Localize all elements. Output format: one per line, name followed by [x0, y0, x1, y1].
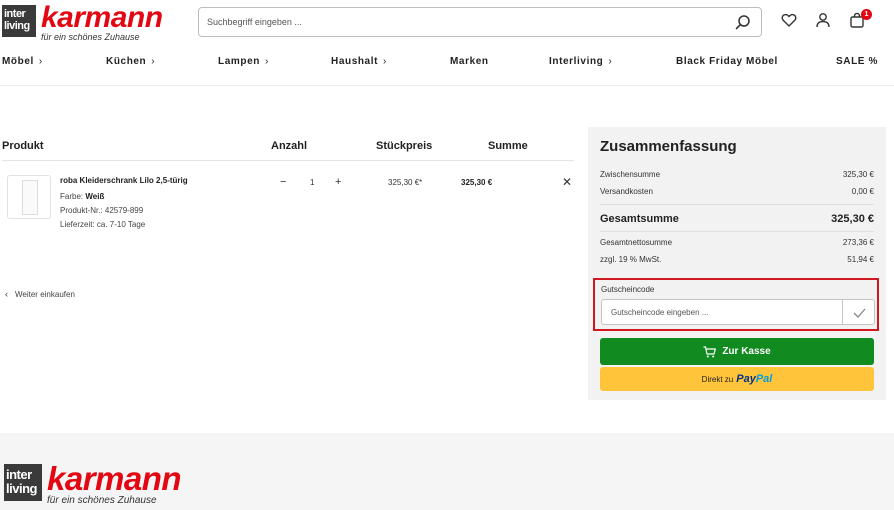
quantity-increase-button[interactable]: + — [335, 176, 341, 188]
nav-item-black-friday[interactable]: Black Friday Möbel — [676, 56, 778, 67]
summary-divider — [600, 231, 874, 232]
summary-title: Zusammenfassung — [600, 138, 737, 155]
quantity-value[interactable]: 1 — [310, 178, 314, 187]
coupon-input[interactable] — [601, 299, 842, 325]
paypal-logo: PayPal — [736, 373, 773, 385]
chevron-left-icon: ‹ — [5, 289, 8, 299]
chevron-right-icon: › — [383, 56, 387, 67]
nav-item-marken[interactable]: Marken — [450, 56, 489, 67]
cart-count-badge: 1 — [861, 9, 872, 20]
column-header-product: Produkt — [2, 140, 44, 152]
column-header-quantity: Anzahl — [271, 140, 308, 152]
site-header: inter living karmann für ein schönes Zuh… — [0, 0, 894, 86]
site-footer: inter living karmann für ein schönes Zuh… — [0, 433, 894, 510]
nav-item-sale[interactable]: SALE % — [836, 56, 878, 67]
nav-item-lampen[interactable]: Lampen › — [218, 56, 269, 67]
order-summary: Zusammenfassung Zwischensumme 325,30 € V… — [588, 127, 886, 400]
column-header-sum: Summe — [488, 140, 528, 152]
product-image[interactable] — [7, 175, 51, 219]
user-icon[interactable] — [815, 12, 831, 28]
paypal-button[interactable]: Direkt zu PayPal — [600, 367, 874, 391]
logo-brand: karmann — [47, 460, 182, 497]
footer-logo[interactable]: inter living karmann für ein schönes Zuh… — [4, 460, 182, 507]
net-total-row: Gesamtnettosumme 273,36 € — [600, 238, 874, 247]
page: inter living karmann für ein schönes Zuh… — [0, 0, 894, 510]
chevron-right-icon: › — [38, 56, 43, 67]
product-number: Produkt-Nr.: 42579-899 — [60, 206, 144, 215]
coupon-submit-button[interactable] — [842, 299, 875, 325]
nav-item-kuechen[interactable]: Küchen › — [106, 56, 155, 67]
logo-box: inter living — [4, 464, 42, 501]
logo-box: inter living — [2, 5, 36, 37]
continue-shopping-link[interactable]: ‹ Weiter einkaufen — [5, 289, 75, 299]
line-total: 325,30 € — [461, 178, 493, 187]
search-bar — [198, 7, 762, 37]
product-name[interactable]: roba Kleiderschrank Lilo 2,5-türig — [60, 176, 188, 185]
total-row: Gesamtsumme 325,30 € — [600, 213, 874, 225]
checkmark-icon — [853, 308, 866, 318]
column-header-unit-price: Stückpreis — [376, 140, 433, 152]
logo-text: karmann für ein schönes Zuhause — [41, 1, 163, 43]
product-color: Farbe: Weiß — [60, 192, 105, 201]
chevron-right-icon: › — [264, 56, 269, 67]
table-divider — [2, 160, 574, 161]
cart-icon — [703, 345, 717, 357]
chevron-right-icon: › — [151, 56, 156, 67]
coupon-label: Gutscheincode — [601, 285, 655, 294]
subtotal-row: Zwischensumme 325,30 € — [600, 170, 874, 179]
main-navigation: Möbel › Küchen › Lampen › Haushalt › Marken … — [0, 56, 894, 74]
logo-brand: karmann — [41, 1, 163, 34]
remove-item-icon[interactable]: ✕ — [562, 175, 572, 189]
unit-price: 325,30 €* — [388, 178, 423, 187]
heart-icon[interactable] — [781, 12, 797, 28]
delivery-time: Lieferzeit: ca. 7-10 Tage — [60, 220, 146, 229]
wardrobe-thumbnail — [22, 180, 38, 215]
nav-item-haushalt[interactable]: Haushalt › — [331, 56, 387, 67]
shipping-row: Versandkosten 0,00 € — [600, 187, 874, 196]
logo-text: karmann für ein schönes Zuhause — [47, 460, 182, 507]
coupon-section: Gutscheincode — [593, 278, 879, 331]
chevron-right-icon: › — [608, 56, 613, 67]
search-icon[interactable] — [735, 14, 751, 30]
summary-divider — [600, 204, 874, 205]
nav-item-interliving[interactable]: Interliving › — [549, 56, 612, 67]
nav-item-moebel[interactable]: Möbel › — [2, 56, 43, 67]
search-input[interactable] — [207, 13, 727, 31]
site-logo[interactable]: inter living karmann für ein schönes Zuh… — [2, 1, 163, 43]
quantity-decrease-button[interactable]: − — [280, 176, 286, 188]
vat-row: zzgl. 19 % MwSt. 51,94 € — [600, 255, 874, 264]
checkout-button[interactable]: Zur Kasse — [600, 338, 874, 365]
